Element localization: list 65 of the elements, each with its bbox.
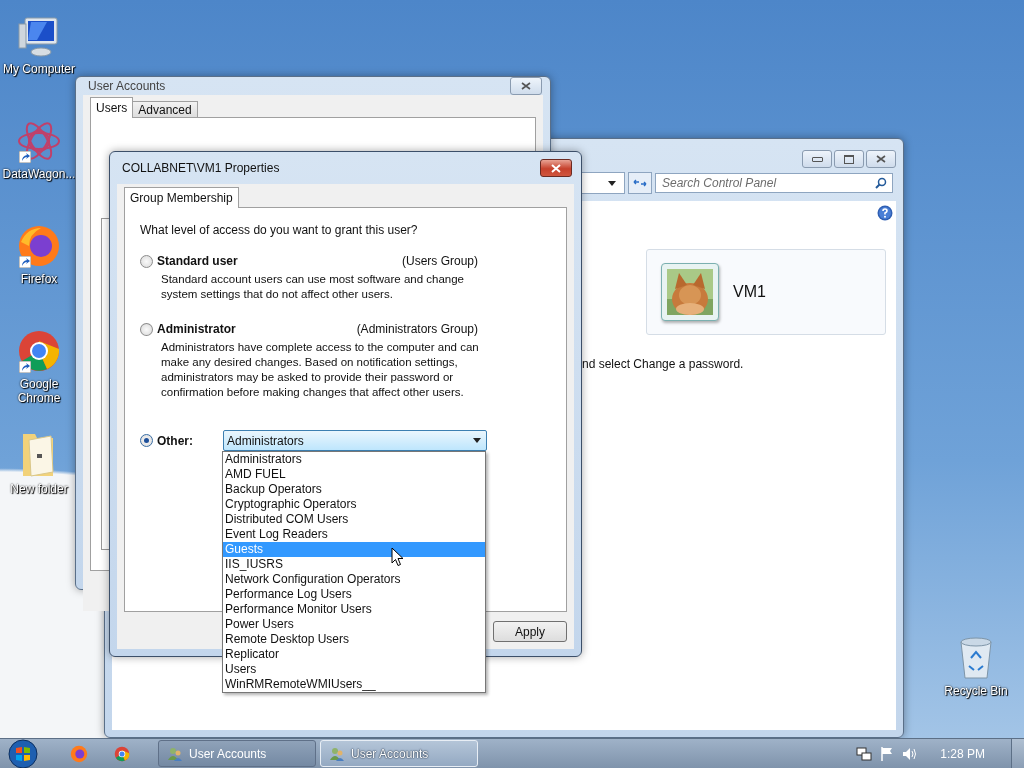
dropdown-item[interactable]: Network Configuration Operators <box>223 572 485 587</box>
close-button[interactable] <box>540 159 572 177</box>
option-label[interactable]: Standard user <box>157 254 357 268</box>
network-icon[interactable] <box>856 745 873 762</box>
question-text: What level of access do you want to grant this user? <box>140 223 419 237</box>
window-title: COLLABNET\VM1 Properties <box>122 161 280 175</box>
dropdown-item[interactable]: WinRMRemoteWMIUsers__ <box>223 677 485 692</box>
dropdown-item[interactable]: Administrators <box>223 452 485 467</box>
dropdown-item[interactable]: Performance Log Users <box>223 587 485 602</box>
close-icon <box>550 163 562 173</box>
user-name: VM1 <box>733 283 766 301</box>
knot-icon[interactable] <box>17 119 61 163</box>
dropdown-item[interactable]: AMD FUEL <box>223 467 485 482</box>
desktop-icon-label[interactable]: New folder <box>10 482 68 496</box>
users-icon <box>329 745 345 762</box>
tab[interactable]: Group Membership <box>124 187 239 208</box>
refresh-button[interactable] <box>628 172 652 194</box>
group-name: (Administrators Group) <box>356 322 478 336</box>
instruction-text: nd select Change a password. <box>582 357 744 371</box>
search-field[interactable]: Search Control Panel <box>655 173 893 193</box>
dropdown-item[interactable]: Replicator <box>223 647 485 662</box>
dropdown-item[interactable]: Remote Desktop Users <box>223 632 485 647</box>
flag-icon[interactable] <box>880 745 895 762</box>
dropdown-item[interactable]: Power Users <box>223 617 485 632</box>
dropdown-item[interactable]: IIS_IUSRS <box>223 557 485 572</box>
dropdown-item[interactable]: Backup Operators <box>223 482 485 497</box>
window-title: User Accounts <box>88 79 166 93</box>
caret-icon <box>608 180 616 186</box>
radio-button[interactable] <box>140 254 153 268</box>
dropdown-item[interactable]: Event Log Readers <box>223 527 485 542</box>
close-icon <box>876 155 886 163</box>
caret-icon <box>473 438 481 443</box>
show-desktop-button[interactable] <box>1011 738 1024 768</box>
close-button[interactable] <box>866 150 896 168</box>
recycle-bin-icon[interactable] <box>958 636 994 680</box>
monitor-icon[interactable] <box>17 16 61 58</box>
user-card[interactable]: VM1 <box>646 249 886 335</box>
dropdown-item[interactable]: Distributed COM Users <box>223 512 485 527</box>
option-label[interactable]: Other: <box>157 433 223 448</box>
tab[interactable]: Users <box>90 97 134 118</box>
maximize-button[interactable] <box>834 150 864 168</box>
option-description: Standard account users can use most software and change system settings that do not affect other users. <box>161 272 465 302</box>
chrome-icon[interactable] <box>114 745 130 762</box>
dropdown-item[interactable]: Users <box>223 662 485 677</box>
chrome-icon[interactable] <box>17 329 61 373</box>
group-dropdown[interactable]: Administrators <box>223 430 487 451</box>
group-name: (Users Group) <box>402 254 478 268</box>
search-icon[interactable] <box>875 177 887 189</box>
dropdown-item[interactable]: Cryptographic Operators <box>223 497 485 512</box>
radio-button[interactable] <box>140 434 153 447</box>
help-icon[interactable] <box>877 205 893 221</box>
close-button[interactable] <box>510 77 542 95</box>
firefox-icon[interactable] <box>70 744 88 763</box>
refresh-icon <box>633 178 647 188</box>
apply-button[interactable]: Apply <box>493 621 567 642</box>
option-label[interactable]: Administrator <box>157 322 357 336</box>
option-description: Administrators have complete access to the computer and can make any desired changes. Based on notification settings, administrators may be asked to provide their password or confirmation before making changes that affect other users. <box>161 340 480 400</box>
close-icon <box>521 82 531 90</box>
firefox-icon[interactable] <box>17 224 61 268</box>
minimize-button[interactable] <box>802 150 832 168</box>
radio-button[interactable] <box>140 322 153 336</box>
dropdown-item[interactable]: Performance Monitor Users <box>223 602 485 617</box>
desktop-icon-label[interactable]: My Computer <box>3 62 75 76</box>
mouse-pointer-icon <box>391 547 404 567</box>
users-icon <box>167 745 183 762</box>
